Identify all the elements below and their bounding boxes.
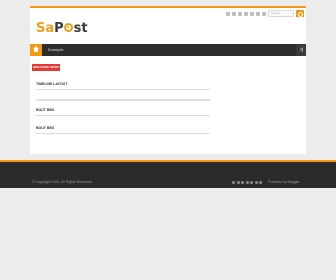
copyright-text: © Copyright 2024, All Rights Reserved [32, 180, 92, 184]
youtube-icon[interactable] [250, 12, 254, 16]
footer-social-links [232, 181, 262, 184]
rss-icon[interactable] [262, 12, 266, 16]
youtube-icon[interactable] [250, 181, 253, 184]
twitter-icon[interactable] [236, 181, 240, 184]
search-button[interactable] [296, 10, 304, 17]
shuffle-icon[interactable]: ⤨ [296, 44, 306, 56]
google-plus-icon[interactable] [241, 181, 244, 184]
facebook-icon[interactable] [232, 181, 235, 184]
google-plus-icon[interactable] [238, 12, 242, 16]
site-header: SaP st Search [30, 8, 306, 44]
facebook-icon[interactable] [226, 12, 230, 16]
site-logo[interactable]: SaP st [36, 22, 88, 36]
breaking-news-label: BREAKING NEWS [32, 64, 60, 71]
rss-icon[interactable] [259, 181, 262, 184]
section-title: BOUT BBS [36, 126, 55, 130]
pinterest-icon[interactable] [256, 12, 260, 16]
section-bout-bbs-2: BOUT BBS [36, 126, 210, 134]
section-divider [36, 115, 210, 116]
search-input[interactable]: Search [268, 10, 294, 17]
powered-by-text[interactable]: Powered by Blogger [268, 180, 300, 185]
linkedin-icon[interactable] [245, 181, 249, 184]
section-title: TIMELINE LAYOUT [36, 82, 68, 86]
section-timeline-layout: TIMELINE LAYOUT [36, 82, 210, 101]
main-navigation: Example ⤨ [30, 44, 306, 56]
content-placeholder [36, 99, 210, 101]
section-title: BOUT BBS [36, 108, 55, 112]
pinterest-icon[interactable] [254, 181, 258, 184]
header-social-links [226, 12, 266, 16]
nav-item-example[interactable]: Example [48, 47, 64, 53]
site-footer: © Copyright 2024, All Rights Reserved Po… [0, 160, 336, 188]
logo-o-icon [64, 23, 74, 32]
section-divider [36, 89, 210, 90]
home-icon[interactable] [30, 44, 42, 56]
logo-text-sa: Sa [36, 21, 55, 36]
section-bout-bbs-1: BOUT BBS [36, 108, 210, 116]
linkedin-icon[interactable] [244, 12, 248, 16]
section-divider [36, 133, 210, 134]
logo-text-st: st [73, 21, 88, 36]
logo-text-p: P [54, 21, 64, 36]
twitter-icon[interactable] [232, 12, 236, 16]
